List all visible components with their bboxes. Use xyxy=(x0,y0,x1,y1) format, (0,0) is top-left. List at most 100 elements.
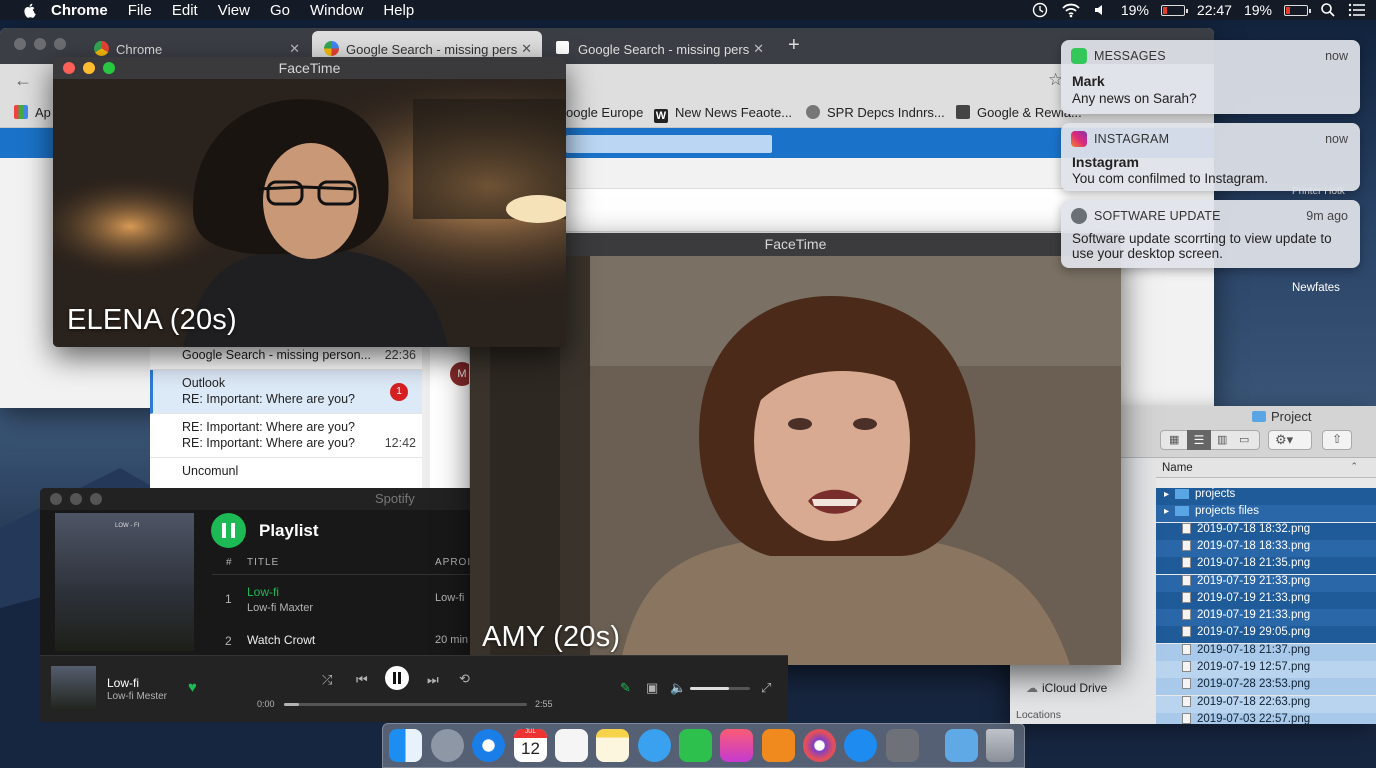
new-tab-button[interactable]: + xyxy=(788,34,800,57)
menu-view[interactable]: View xyxy=(218,2,250,19)
list-view-icon[interactable]: ☰ xyxy=(1187,430,1211,450)
app-dock-icon[interactable] xyxy=(803,729,836,762)
file-row[interactable]: 2019-07-19 21:33.png xyxy=(1156,574,1376,592)
heart-icon[interactable]: ♥ xyxy=(188,679,197,696)
desktop-icon-label[interactable]: Newfates xyxy=(1292,282,1340,294)
window-minimize-button[interactable] xyxy=(70,493,82,505)
column-header-name[interactable]: Name ⌃ xyxy=(1156,458,1376,478)
clock[interactable]: 22:47 xyxy=(1197,2,1232,18)
next-track-icon[interactable]: ⏭ xyxy=(427,672,439,688)
mail-row[interactable]: Uncomunl xyxy=(150,458,422,490)
column-view-icon[interactable]: ▥ xyxy=(1217,433,1227,446)
bookmark-google-europe[interactable]: oogle Europe xyxy=(566,105,643,120)
mail-row-selected[interactable]: Outlook RE: Important: Where are you? 1 xyxy=(150,370,422,414)
file-row[interactable]: 2019-07-28 23:53.png xyxy=(1156,678,1376,696)
back-arrow-icon[interactable]: ← xyxy=(14,70,32,91)
reminders-dock-icon[interactable] xyxy=(555,729,588,762)
file-row[interactable]: ▸ projects files xyxy=(1156,505,1376,523)
notification-software-update[interactable]: SOFTWARE UPDATE 9m ago Software update s… xyxy=(1061,200,1360,268)
tab-google-search[interactable]: Google Search - missing pers ✕ xyxy=(544,31,774,64)
shuffle-icon[interactable]: ⤮ xyxy=(322,672,332,688)
window-close-button[interactable] xyxy=(14,38,26,50)
battery-percent[interactable]: 19% xyxy=(1121,2,1149,18)
notes-dock-icon[interactable] xyxy=(596,729,629,762)
window-minimize-button[interactable] xyxy=(34,38,46,50)
books-dock-icon[interactable] xyxy=(762,729,795,762)
itunes-dock-icon[interactable] xyxy=(720,729,753,762)
calendar-dock-icon[interactable]: JUL 12 xyxy=(514,729,547,762)
file-row[interactable]: ▸ projects xyxy=(1156,488,1376,505)
volume-icon[interactable]: 🔈 xyxy=(670,680,686,696)
menu-go[interactable]: Go xyxy=(270,2,290,19)
tab-close-icon[interactable]: ✕ xyxy=(753,41,764,57)
col-header-title[interactable]: TITLE xyxy=(247,557,279,568)
window-close-button[interactable] xyxy=(63,62,75,74)
battery-icon[interactable] xyxy=(1160,4,1188,16)
play-pause-button[interactable] xyxy=(211,513,246,548)
now-playing-title[interactable]: Low-fi xyxy=(107,676,139,690)
file-row[interactable]: 2019-07-19 12:57.png xyxy=(1156,661,1376,678)
view-mode-segmented-control[interactable]: ▦ ☰ ▥ ▭ xyxy=(1160,430,1260,450)
file-row[interactable]: 2019-07-18 21:35.png xyxy=(1156,557,1376,575)
disclosure-triangle-icon[interactable]: ▸ xyxy=(1164,489,1169,500)
safari-dock-icon[interactable] xyxy=(472,729,505,762)
page-search-field[interactable] xyxy=(566,135,772,153)
track-row[interactable]: 1 Low-fi Low-fi Maxter Low-fi xyxy=(212,578,470,620)
finder-dock-icon[interactable] xyxy=(389,729,422,762)
file-row[interactable]: 2019-07-18 21:37.png xyxy=(1156,643,1376,661)
lyrics-icon[interactable]: ✎ xyxy=(620,680,631,696)
notification-instagram[interactable]: INSTAGRAM now Instagram You com confilme… xyxy=(1061,123,1360,191)
trash-dock-icon[interactable] xyxy=(986,729,1014,762)
downloads-folder-dock-icon[interactable] xyxy=(945,729,978,762)
window-zoom-button[interactable] xyxy=(54,38,66,50)
volume-slider[interactable] xyxy=(690,687,750,690)
battery-icon-2[interactable] xyxy=(1284,4,1311,16)
app-store-dock-icon[interactable] xyxy=(844,729,877,762)
file-row[interactable]: 2019-07-19 29:05.png xyxy=(1156,626,1376,644)
window-close-button[interactable] xyxy=(50,493,62,505)
disclosure-triangle-icon[interactable]: ▸ xyxy=(1164,506,1169,517)
menu-window[interactable]: Window xyxy=(310,2,363,19)
previous-track-icon[interactable]: ⏮ xyxy=(356,672,368,688)
bookmark-apps[interactable]: Ap xyxy=(14,105,51,120)
play-pause-button[interactable] xyxy=(385,666,409,690)
notification-messages[interactable]: MESSAGES now Mark Any news on Sarah? xyxy=(1061,40,1360,114)
menu-app-name[interactable]: Chrome xyxy=(51,2,108,19)
apple-menu-icon[interactable] xyxy=(22,2,38,18)
file-row[interactable]: 2019-07-18 22:63.png xyxy=(1156,695,1376,713)
tab-close-icon[interactable]: ✕ xyxy=(289,41,300,57)
share-button[interactable]: ⇧ xyxy=(1322,430,1352,450)
progress-bar[interactable] xyxy=(284,703,527,706)
tab-close-icon[interactable]: ✕ xyxy=(521,41,532,57)
file-row[interactable]: 2019-07-18 18:32.png xyxy=(1156,522,1376,540)
fullscreen-icon[interactable]: ⤢ xyxy=(761,680,771,696)
window-zoom-button[interactable] xyxy=(103,62,115,74)
mail-row[interactable]: RE: Important: Where are you? RE: Import… xyxy=(150,414,422,458)
messages-dock-icon[interactable] xyxy=(638,729,671,762)
sidebar-item-icloud[interactable]: ☁ iCloud Drive xyxy=(1026,681,1107,695)
bookmark-news[interactable]: W New News Feaote... xyxy=(654,105,792,123)
battery-percent-2[interactable]: 19% xyxy=(1244,2,1272,18)
file-row[interactable]: 2019-07-03 22:57.png xyxy=(1156,712,1376,724)
icon-view-icon[interactable]: ▦ xyxy=(1169,433,1179,446)
menu-edit[interactable]: Edit xyxy=(172,2,198,19)
launchpad-dock-icon[interactable] xyxy=(431,729,464,762)
menu-file[interactable]: File xyxy=(128,2,152,19)
mail-scrollbar[interactable] xyxy=(422,340,430,490)
volume-icon[interactable] xyxy=(1093,2,1109,18)
wifi-icon[interactable] xyxy=(1061,2,1081,18)
notification-center-icon[interactable] xyxy=(1348,2,1366,18)
menu-help[interactable]: Help xyxy=(383,2,414,19)
file-row[interactable]: 2019-07-18 18:33.png xyxy=(1156,539,1376,557)
repeat-icon[interactable]: ⟲ xyxy=(459,671,470,687)
gallery-view-icon[interactable]: ▭ xyxy=(1239,433,1249,446)
window-zoom-button[interactable] xyxy=(90,493,102,505)
time-machine-icon[interactable] xyxy=(1031,2,1049,18)
spotlight-search-icon[interactable] xyxy=(1320,2,1336,18)
bookmark-spr[interactable]: SPR Depcs Indnrs... xyxy=(806,105,945,120)
facetime-dock-icon[interactable] xyxy=(679,729,712,762)
col-header-album[interactable]: APROI xyxy=(435,557,470,568)
now-playing-artist[interactable]: Low-fi Mester xyxy=(107,691,167,702)
track-row[interactable]: 2 Watch Crowt 20 min xyxy=(212,625,470,655)
action-menu-button[interactable]: ⚙▾ xyxy=(1268,430,1312,450)
